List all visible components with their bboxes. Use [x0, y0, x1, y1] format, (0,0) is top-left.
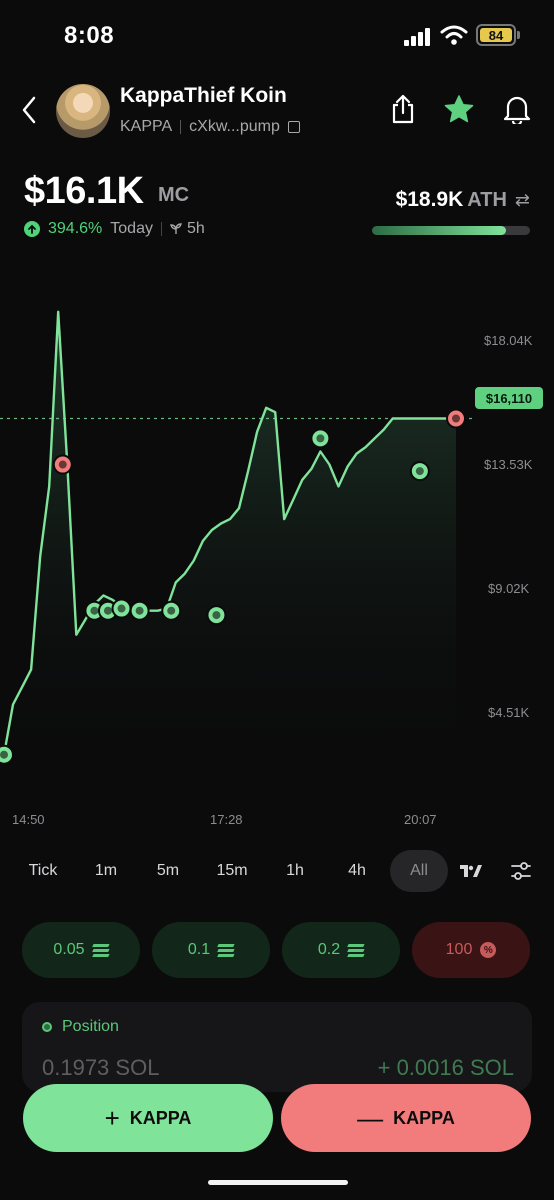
quick-buy-button[interactable]: 0.05 — [22, 922, 140, 978]
market-cap-value: $16.1K — [24, 170, 144, 212]
token-avatar — [56, 84, 110, 138]
quick-buy-amount: 0.1 — [187, 941, 211, 958]
position-title: Position — [62, 1018, 119, 1035]
status-dot-icon — [42, 1022, 52, 1032]
timeframe-selector: Tick 1m 5m 15m 1h 4h All — [0, 850, 554, 892]
x-axis-label: 17:28 — [210, 812, 243, 827]
timeframe-5m[interactable]: 5m — [146, 850, 190, 892]
buy-marker[interactable] — [409, 461, 430, 482]
quick-sell-amount: 100 — [445, 941, 473, 958]
timeframe-all[interactable]: All — [390, 850, 448, 892]
quick-buy-amount: 0.05 — [53, 941, 85, 958]
chart-settings-button[interactable] — [506, 850, 536, 892]
quick-buy-button[interactable]: 0.2 — [282, 922, 400, 978]
timeframe-15m[interactable]: 15m — [208, 850, 256, 892]
quick-buy-button[interactable]: 0.1 — [152, 922, 270, 978]
divider — [180, 120, 182, 134]
position-amount: 0.1973 SOL — [42, 1055, 160, 1080]
timeframe-tick[interactable]: Tick — [18, 850, 68, 892]
timeframe-4h[interactable]: 4h — [336, 850, 378, 892]
sell-marker[interactable] — [52, 454, 73, 475]
token-ticker: KAPPA — [120, 118, 173, 135]
copy-icon[interactable] — [287, 121, 300, 133]
tradingview-button[interactable] — [456, 850, 486, 892]
token-subtitle: KAPPA cXkw...pump — [120, 118, 300, 136]
tradingview-icon — [460, 865, 482, 877]
x-axis-label: 14:50 — [12, 812, 45, 827]
buy-marker[interactable] — [111, 598, 132, 619]
token-name: KappaThief Koin — [120, 84, 287, 107]
buy-marker[interactable] — [310, 428, 331, 449]
alerts-button[interactable] — [502, 92, 532, 126]
sliders-icon — [511, 862, 531, 880]
battery-level: 84 — [480, 28, 512, 43]
swap-icon[interactable]: ⇄ — [515, 190, 530, 211]
battery-tip — [517, 31, 520, 39]
sprout-icon — [170, 223, 182, 234]
buy-marker[interactable] — [206, 605, 227, 626]
star-icon — [444, 95, 474, 123]
ath-value: $18.9K — [395, 188, 464, 211]
timeframe-1m[interactable]: 1m — [84, 850, 128, 892]
signal-icon — [404, 28, 434, 46]
buy-marker[interactable] — [161, 600, 182, 621]
solana-icon — [91, 944, 110, 956]
back-button[interactable] — [14, 90, 44, 130]
ath-label: ATH — [467, 189, 507, 211]
home-indicator[interactable] — [208, 1180, 348, 1185]
y-axis-label: $13.53K — [484, 457, 533, 472]
divider — [160, 222, 162, 236]
current-price-tag: $16,110 — [475, 387, 543, 409]
change-label: Today — [110, 220, 153, 237]
timeframe-1h[interactable]: 1h — [274, 850, 316, 892]
ath-progress-fill — [372, 226, 507, 235]
battery-icon: 84 — [476, 24, 516, 46]
sell-marker[interactable] — [446, 408, 466, 429]
minus-icon: — — [357, 1103, 384, 1133]
solana-icon — [347, 944, 365, 956]
position-pnl: + 0.0016 SOL — [377, 1055, 514, 1080]
ath-progress-bar — [372, 226, 530, 235]
x-axis-label: 20:07 — [404, 812, 437, 827]
y-axis-label: $18.04K — [484, 333, 533, 348]
position-header: Position — [42, 1018, 119, 1036]
arrow-up-icon — [24, 221, 40, 237]
market-cap-suffix: MC — [158, 184, 190, 206]
solana-icon — [217, 944, 235, 956]
change-percent: 394.6% — [48, 220, 103, 237]
price-chart[interactable] — [0, 250, 554, 840]
buy-marker[interactable] — [129, 600, 150, 621]
buy-label: KAPPA — [129, 1107, 192, 1128]
sell-label: KAPPA — [393, 1107, 455, 1128]
percent-icon: % — [480, 942, 497, 958]
share-button[interactable] — [388, 92, 418, 126]
y-axis-label: $9.02K — [488, 581, 530, 596]
sell-button[interactable]: — KAPPA — [281, 1084, 531, 1152]
ath-row[interactable]: $18.9K ATH ⇄ — [396, 188, 530, 212]
price-chart-svg — [0, 310, 474, 770]
favorite-button[interactable] — [444, 92, 474, 126]
quick-buy-amount: 0.2 — [317, 941, 341, 958]
bell-icon — [503, 96, 531, 124]
wifi-icon — [440, 24, 468, 46]
buy-marker[interactable] — [0, 744, 14, 765]
change-row: 394.6% Today 5h — [24, 220, 205, 238]
token-address[interactable]: cXkw...pump — [189, 118, 280, 136]
plus-icon: + — [104, 1103, 120, 1133]
token-age: 5h — [160, 220, 205, 238]
status-time: 8:08 — [64, 22, 115, 49]
chevron-left-icon — [22, 96, 36, 124]
quick-sell-button[interactable]: 100 % — [412, 922, 530, 978]
token-age-value: 5h — [186, 220, 205, 237]
buy-button[interactable]: + KAPPA — [23, 1084, 273, 1152]
share-icon — [392, 94, 414, 124]
y-axis-label: $4.51K — [488, 705, 530, 720]
